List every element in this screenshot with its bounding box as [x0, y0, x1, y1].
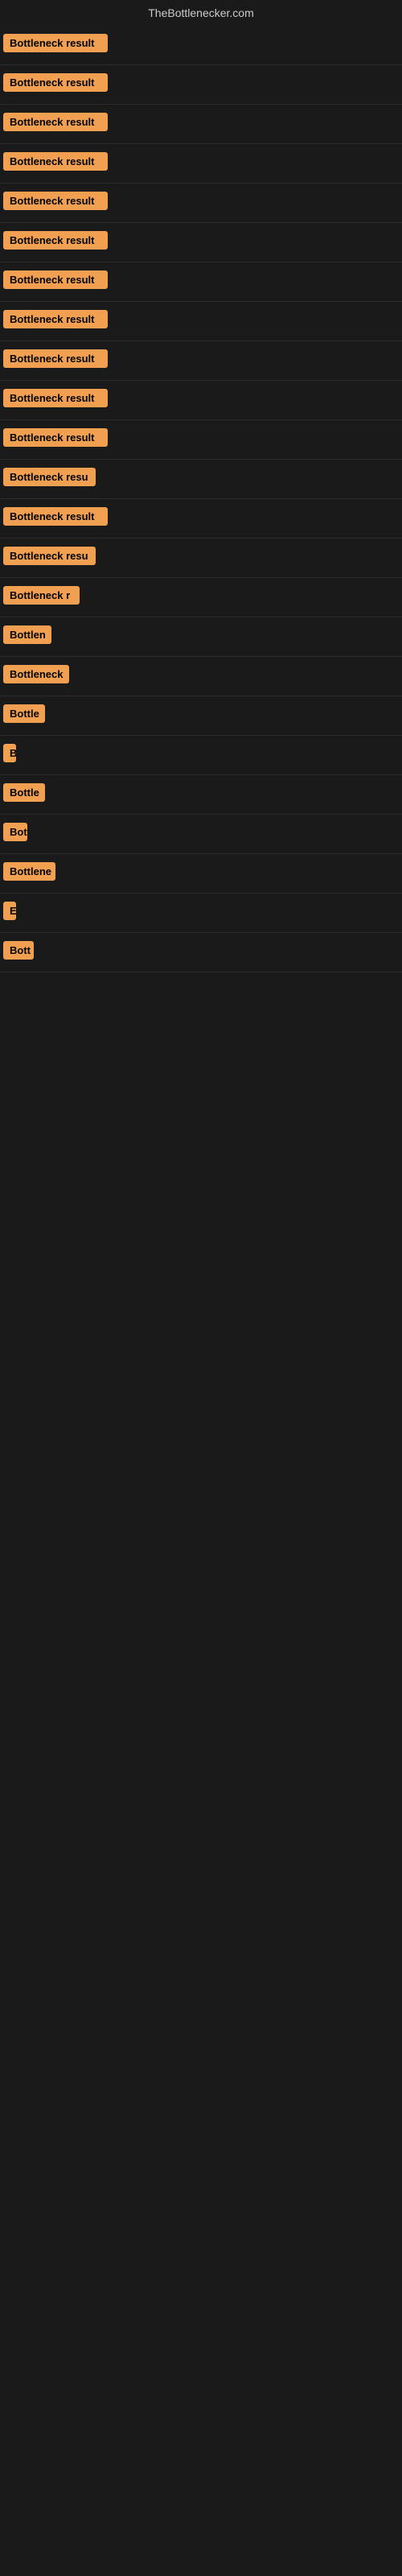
site-title-bar: TheBottlenecker.com [0, 0, 402, 26]
result-row-24: Bott [0, 933, 402, 972]
result-row-4: Bottleneck result [0, 144, 402, 184]
bottleneck-badge-7[interactable]: Bottleneck result [3, 270, 108, 289]
bottleneck-badge-23[interactable]: E [3, 902, 16, 920]
site-title-text: TheBottlenecker.com [148, 6, 254, 19]
results-list: Bottleneck result Bottleneck result Bottle… [0, 26, 402, 972]
result-row-21: Bot [0, 815, 402, 854]
result-row-2: Bottleneck result [0, 65, 402, 105]
result-row-1: Bottleneck result [0, 26, 402, 65]
page-container: TheBottlenecker.com Bottleneck resultBot… [0, 0, 402, 1294]
bottleneck-badge-17[interactable]: Bottleneck [3, 665, 69, 683]
empty-section [0, 972, 402, 1294]
result-row-6: Bottleneck result [0, 223, 402, 262]
bottleneck-badge-15[interactable]: Bottleneck r [3, 586, 80, 605]
result-row-10: Bottleneck result [0, 381, 402, 420]
result-row-17: Bottleneck [0, 657, 402, 696]
bottleneck-badge-5[interactable]: Bottleneck result [3, 192, 108, 210]
result-row-9: Bottleneck result [0, 341, 402, 381]
result-row-14: Bottleneck resu [0, 539, 402, 578]
bottleneck-badge-8[interactable]: Bottleneck result [3, 310, 108, 328]
result-row-23: E [0, 894, 402, 933]
bottleneck-badge-21[interactable]: Bot [3, 823, 27, 841]
result-row-7: Bottleneck result [0, 262, 402, 302]
bottleneck-badge-3[interactable]: Bottleneck result [3, 113, 108, 131]
bottleneck-badge-14[interactable]: Bottleneck resu [3, 547, 96, 565]
bottleneck-badge-11[interactable]: Bottleneck result [3, 428, 108, 447]
bottleneck-badge-24[interactable]: Bott [3, 941, 34, 960]
result-row-5: Bottleneck result [0, 184, 402, 223]
bottleneck-badge-9[interactable]: Bottleneck result [3, 349, 108, 368]
result-row-22: Bottlene [0, 854, 402, 894]
result-row-18: Bottle [0, 696, 402, 736]
result-row-13: Bottleneck result [0, 499, 402, 539]
bottleneck-badge-18[interactable]: Bottle [3, 704, 45, 723]
bottleneck-badge-13[interactable]: Bottleneck result [3, 507, 108, 526]
result-row-12: Bottleneck resu [0, 460, 402, 499]
bottleneck-badge-6[interactable]: Bottleneck result [3, 231, 108, 250]
result-row-15: Bottleneck r [0, 578, 402, 617]
bottleneck-badge-10[interactable]: Bottleneck result [3, 389, 108, 407]
bottleneck-badge-22[interactable]: Bottlene [3, 862, 55, 881]
bottleneck-badge-19[interactable]: B [3, 744, 16, 762]
bottleneck-badge-20[interactable]: Bottle [3, 783, 45, 802]
result-row-3: Bottleneck result [0, 105, 402, 144]
result-row-11: Bottleneck result [0, 420, 402, 460]
result-row-16: Bottlen [0, 617, 402, 657]
result-row-8: Bottleneck result [0, 302, 402, 341]
result-row-19: B [0, 736, 402, 775]
bottleneck-badge-1[interactable]: Bottleneck result [3, 34, 108, 52]
bottleneck-badge-16[interactable]: Bottlen [3, 625, 51, 644]
bottleneck-badge-4[interactable]: Bottleneck result [3, 152, 108, 171]
result-row-20: Bottle [0, 775, 402, 815]
bottleneck-badge-2[interactable]: Bottleneck result [3, 73, 108, 92]
bottleneck-badge-12[interactable]: Bottleneck resu [3, 468, 96, 486]
